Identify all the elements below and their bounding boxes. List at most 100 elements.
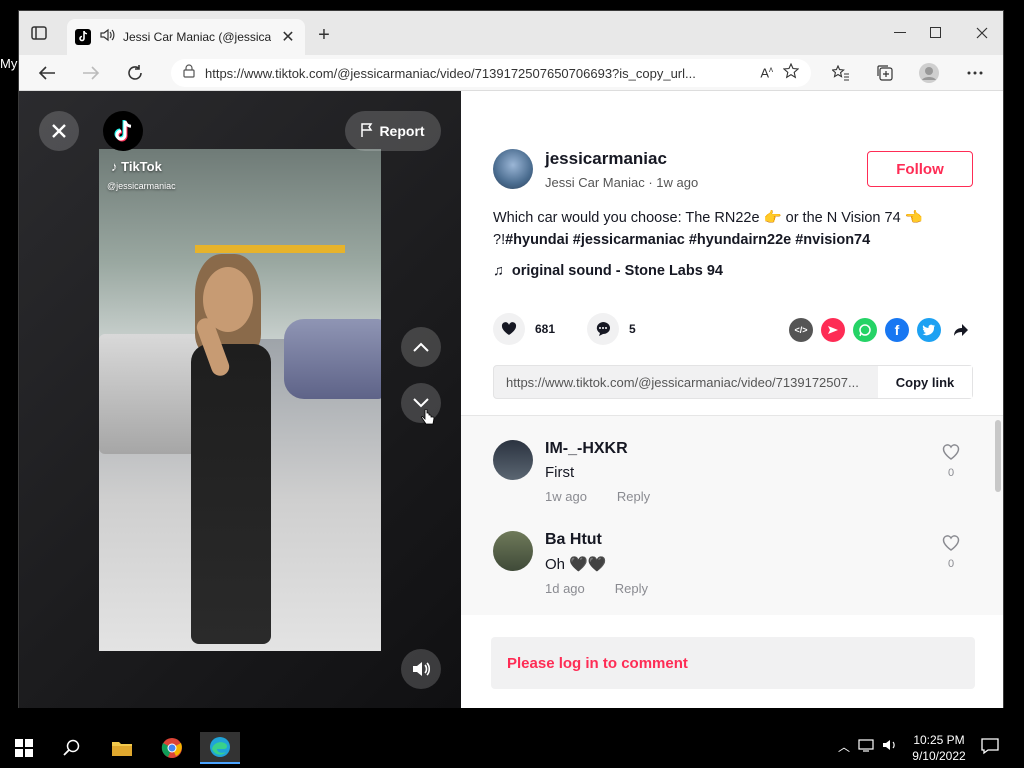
notification-icon[interactable] [980,736,1004,760]
share-icons: </> f [789,318,973,342]
comment-like[interactable]: 0 [939,535,963,570]
network-icon[interactable] [858,738,874,755]
window-close-button[interactable] [959,21,1005,45]
reply-link[interactable]: Reply [617,489,650,504]
taskbar: ︿ 10:25 PM 9/10/2022 [0,728,1024,768]
twitter-icon[interactable] [917,318,941,342]
add-favorite-icon[interactable] [782,62,800,84]
author-display-name: Jessi Car Maniac [545,175,645,190]
tab-bar: Jessi Car Maniac (@jessicarmaniac ✕ + [19,11,1003,55]
whatsapp-icon[interactable] [853,318,877,342]
send-to-friends-icon[interactable] [821,318,845,342]
more-menu-icon[interactable] [963,61,987,85]
video-pane: ♪ TikTok @jessicarmaniac Report [19,91,461,708]
comment-item: Ba Htut Oh 🖤🖤 1d ago Reply 0 [493,531,963,596]
favorites-icon[interactable] [829,61,853,85]
video-watermark-brand: ♪ TikTok [111,159,162,174]
login-to-comment[interactable]: Please log in to comment [491,637,975,689]
flag-icon [361,122,373,140]
browser-toolbar: https://www.tiktok.com/@jessicarmaniac/v… [19,55,1003,91]
maximize-button[interactable] [913,21,959,45]
speaker-icon[interactable] [99,28,115,47]
author-username[interactable]: jessicarmaniac [545,149,698,169]
copy-link-button[interactable]: Copy link [878,366,972,398]
comment-like[interactable]: 0 [939,444,963,479]
close-video-button[interactable] [39,111,79,151]
heart-outline-icon[interactable] [942,535,960,555]
like-heart-icon[interactable] [493,313,525,345]
comments-scrollbar[interactable] [995,420,1001,492]
author-avatar[interactable] [493,149,533,189]
hand-cursor-icon [421,408,435,432]
search-icon[interactable] [52,732,92,764]
comments-list: IM-_-HXKR First 1w ago Reply 0 Ba Htut O… [461,415,1003,615]
description-text-b: or the N Vision 74 [785,210,901,226]
clock-date: 9/10/2022 [912,749,966,763]
info-pane: jessicarmaniac Jessi Car Maniac · 1w ago… [461,91,1003,708]
comment-like-count: 0 [947,467,955,479]
address-bar[interactable]: https://www.tiktok.com/@jessicarmaniac/v… [171,59,811,87]
heart-outline-icon[interactable] [942,444,960,464]
tab-actions-icon[interactable] [29,23,49,43]
video-beam [195,245,345,253]
commenter-avatar[interactable] [493,531,533,571]
volume-icon[interactable] [882,738,898,755]
report-button[interactable]: Report [345,111,441,151]
author-block: jessicarmaniac Jessi Car Maniac · 1w ago [493,149,698,190]
pointing-hand-emoji-icon: 👈 [904,210,923,226]
tab-close-icon[interactable]: ✕ [279,27,297,47]
author-subtitle: Jessi Car Maniac · 1w ago [545,175,699,190]
report-label: Report [379,123,425,139]
url-text[interactable]: https://www.tiktok.com/@jessicarmaniac/v… [205,66,750,81]
description-text-a: Which car would you choose: The RN22e [493,210,760,226]
like-count: 681 [535,322,556,336]
sound-row[interactable]: ♫ original sound - Stone Labs 94 [493,263,723,279]
new-tab-button[interactable]: + [313,25,335,47]
file-explorer-icon[interactable] [102,732,142,764]
tab-title: Jessi Car Maniac (@jessicarmaniac [123,30,271,44]
chrome-icon[interactable] [152,732,192,764]
browser-tab[interactable]: Jessi Car Maniac (@jessicarmaniac ✕ [67,19,305,55]
collections-icon[interactable] [873,61,897,85]
system-tray: ︿ [838,738,898,755]
volume-button[interactable] [401,649,441,689]
comment-time: 1d ago [545,581,585,596]
windows-start-icon[interactable] [4,732,44,764]
description-text-c: ?! [493,232,506,248]
desktop-icon-label[interactable]: My [0,56,18,76]
lock-icon[interactable] [183,63,195,83]
comment-like-count: 0 [947,558,955,570]
sound-label[interactable]: original sound - Stone Labs 94 [512,263,723,279]
follow-button[interactable]: Follow [867,151,973,187]
video-car-right [284,319,381,399]
commenter-name[interactable]: Ba Htut [545,531,648,549]
tiktok-logo-icon[interactable] [103,111,143,151]
forward-arrow-icon[interactable] [79,61,103,85]
commenter-avatar[interactable] [493,440,533,480]
back-arrow-icon[interactable] [35,61,59,85]
system-clock[interactable]: 10:25 PM 9/10/2022 [904,732,974,764]
comment-time: 1w ago [545,489,587,504]
commenter-name[interactable]: IM-_-HXKR [545,440,650,458]
profile-avatar-icon[interactable] [917,61,941,85]
post-time: 1w ago [656,175,699,190]
video-person-body [191,344,271,644]
comment-bubble-icon[interactable] [587,313,620,345]
comment-text: First [545,464,575,481]
facebook-icon[interactable]: f [885,318,909,342]
embed-code-icon[interactable]: </> [789,318,813,342]
description-hashtags[interactable]: #hyundai #jessicarmaniac #hyundairn22e #… [505,232,870,248]
read-aloud-icon[interactable]: Aʌ [760,65,773,80]
refresh-icon[interactable] [123,61,147,85]
video-description: Which car would you choose: The RN22e 👉 … [493,207,973,251]
edge-icon[interactable] [200,732,240,764]
chevron-up-icon[interactable]: ︿ [838,738,850,755]
video-player[interactable]: ♪ TikTok @jessicarmaniac [99,149,381,651]
share-link-url[interactable]: https://www.tiktok.com/@jessicarmaniac/v… [494,375,878,390]
previous-video-button[interactable] [401,327,441,367]
comment-count: 5 [629,322,636,336]
comment-text: Oh 🖤🖤 [545,556,607,573]
clock-time: 10:25 PM [913,733,965,747]
share-arrow-icon[interactable] [949,318,973,342]
reply-link[interactable]: Reply [615,581,648,596]
